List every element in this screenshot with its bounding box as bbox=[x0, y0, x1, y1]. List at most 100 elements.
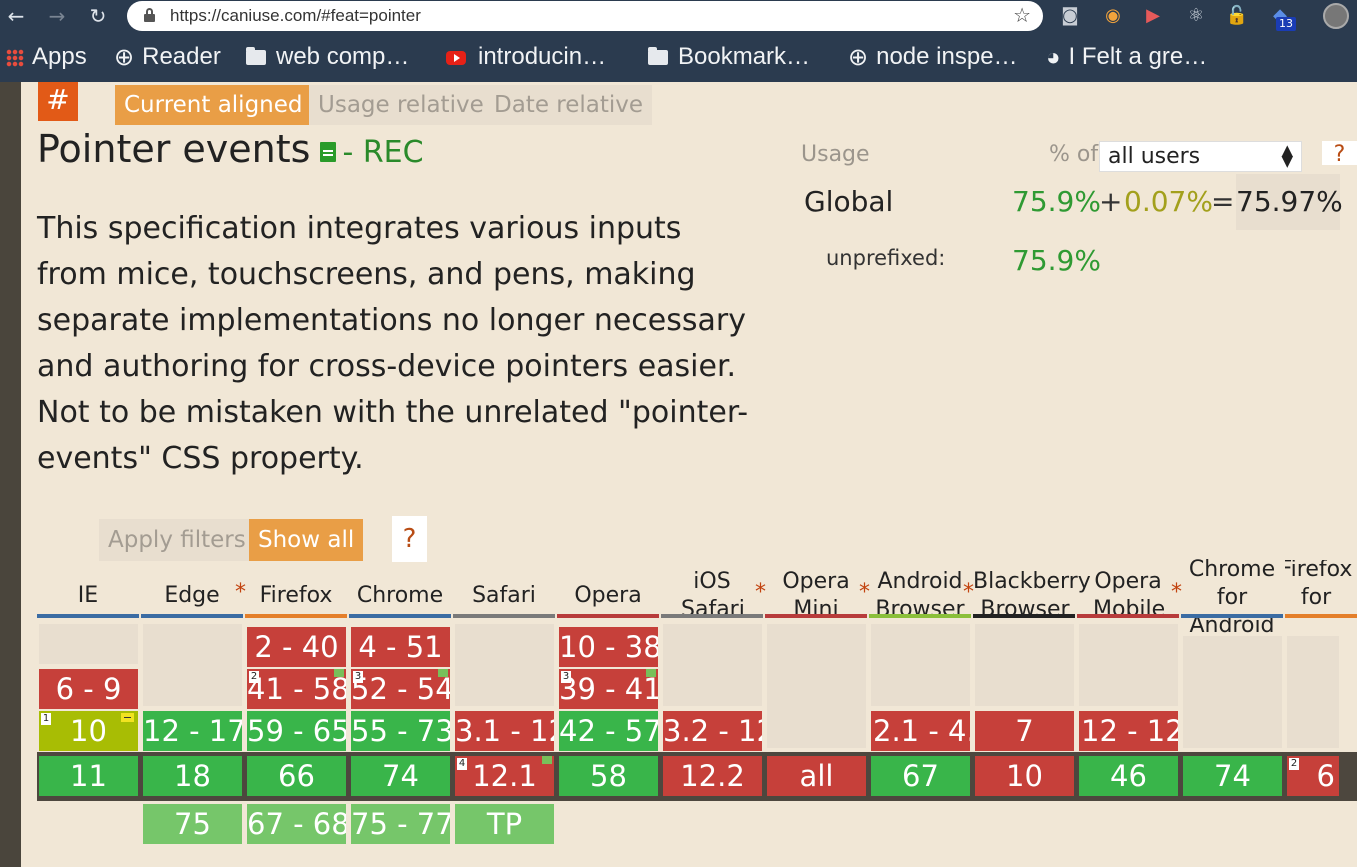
bookmark-i-felt[interactable]: ◕ I Felt a gre… bbox=[1046, 43, 1207, 71]
browser-header-ie: IE bbox=[37, 560, 139, 618]
folder-icon bbox=[648, 47, 668, 66]
cell-edge-18[interactable]: 18 bbox=[143, 756, 242, 796]
browser-header-ios-safari: iOS Safari bbox=[661, 560, 763, 622]
browser-toolbar: ← → ↻ https://caniuse.com/#feat=pointer … bbox=[0, 0, 1357, 33]
filters-help-button[interactable]: ? bbox=[392, 516, 427, 562]
cell-android-2-1-4-4[interactable]: 2.1 - 4.4 bbox=[871, 711, 970, 751]
cell-opera-mobile-46[interactable]: 46 bbox=[1079, 756, 1178, 796]
show-all-button[interactable]: Show all bbox=[249, 519, 364, 561]
cell-firefox-2-40[interactable]: 2 - 40 bbox=[247, 627, 346, 667]
bookmark-introducing[interactable]: introducin… bbox=[446, 43, 606, 71]
cell-ie-6-9[interactable]: 6 - 9 bbox=[39, 669, 138, 709]
cell-chrome-74[interactable]: 74 bbox=[351, 756, 450, 796]
cell-edge-12-17[interactable]: 12 - 17 bbox=[143, 711, 242, 751]
cell-edge-75[interactable]: 75 bbox=[143, 804, 242, 844]
tab-current-aligned[interactable]: Current aligned bbox=[115, 85, 312, 125]
cell-firefox-41-58[interactable]: 2 41 - 58 bbox=[247, 669, 346, 709]
apps-grid-icon bbox=[6, 48, 24, 67]
profile-avatar[interactable] bbox=[1323, 3, 1349, 29]
cell-ie-10[interactable]: 1 10 bbox=[39, 711, 138, 751]
browser-header-chrome: Chrome bbox=[349, 560, 451, 618]
browser-header-opera-mobile: Opera Mobile bbox=[1077, 560, 1179, 622]
browser-header-firefox: Firefox bbox=[245, 560, 347, 618]
feature-title: Pointer events - REC bbox=[37, 127, 424, 171]
usage-population-select[interactable]: all users ▲ ▼ bbox=[1099, 141, 1302, 172]
cell-chrome-android-74[interactable]: 74 bbox=[1183, 756, 1282, 796]
cell-chrome-4-51[interactable]: 4 - 51 bbox=[351, 627, 450, 667]
browser-header-opera: Opera bbox=[557, 560, 659, 618]
global-partial-value: 0.07% bbox=[1124, 185, 1213, 218]
pocket-icon[interactable]: ◙ bbox=[1058, 4, 1082, 28]
cell-firefox-android[interactable]: 26 bbox=[1287, 756, 1339, 796]
folder-icon bbox=[246, 47, 266, 66]
cell-safari-12-1[interactable]: 4 12.1 bbox=[455, 756, 554, 796]
cell-opera-mini-all[interactable]: all bbox=[767, 756, 866, 796]
back-icon[interactable]: ← bbox=[3, 3, 29, 29]
cell-opera-mobile-12-12-1[interactable]: 12 - 12.1 bbox=[1079, 711, 1178, 751]
cell-firefox-59-65[interactable]: 59 - 65 bbox=[247, 711, 346, 751]
cell-ios-12-2[interactable]: 12.2 bbox=[663, 756, 762, 796]
flag-icon bbox=[334, 669, 344, 677]
cell-android-67[interactable]: 67 bbox=[871, 756, 970, 796]
screencast-icon[interactable]: ▶ bbox=[1141, 4, 1165, 28]
tab-date-relative[interactable]: Date relative bbox=[485, 85, 653, 125]
react-devtools-icon[interactable]: ⚛ bbox=[1184, 4, 1208, 28]
forward-icon[interactable]: → bbox=[44, 3, 70, 29]
globe-icon: ⊕ bbox=[114, 43, 135, 71]
reload-icon[interactable]: ↻ bbox=[85, 3, 111, 29]
bookmark-star-icon[interactable]: ☆ bbox=[1013, 3, 1031, 27]
cell-empty bbox=[1287, 636, 1339, 748]
cell-ios-3-2-12[interactable]: 3.2 - 12 bbox=[663, 711, 762, 751]
select-arrows-icon: ▲ ▼ bbox=[1281, 141, 1293, 170]
youtube-icon bbox=[446, 50, 466, 65]
lock-extension-icon[interactable]: 🔓 bbox=[1225, 4, 1249, 28]
flag-icon bbox=[646, 669, 656, 677]
cell-empty bbox=[39, 624, 138, 664]
cell-firefox-66[interactable]: 66 bbox=[247, 756, 346, 796]
cell-chrome-55-73[interactable]: 55 - 73 bbox=[351, 711, 450, 751]
permalink-hash-button[interactable]: # bbox=[38, 82, 78, 121]
bookmark-folder[interactable]: Bookmark… bbox=[648, 43, 810, 71]
apply-filters-button[interactable]: Apply filters bbox=[99, 519, 255, 561]
bookmark-web-comp[interactable]: web comp… bbox=[246, 43, 409, 71]
cell-opera-58[interactable]: 58 bbox=[559, 756, 658, 796]
cell-safari-tp[interactable]: TP bbox=[455, 804, 554, 844]
left-sidebar-strip bbox=[0, 82, 21, 867]
bookmark-node-inspect[interactable]: ⊕ node inspe… bbox=[848, 43, 1018, 71]
global-label: Global bbox=[804, 185, 894, 218]
usage-help-button[interactable]: ? bbox=[1322, 141, 1357, 167]
cell-safari-3-1-12[interactable]: 3.1 - 12 bbox=[455, 711, 554, 751]
cell-chrome-75-77[interactable]: 75 - 77 bbox=[351, 804, 450, 844]
cell-opera-10-38[interactable]: 10 - 38 bbox=[559, 627, 658, 667]
spec-document-icon[interactable] bbox=[320, 141, 337, 162]
cell-ie-11[interactable]: 11 bbox=[39, 756, 138, 796]
cell-blackberry-7[interactable]: 7 bbox=[975, 711, 1074, 751]
usage-label: Usage bbox=[801, 142, 870, 167]
cell-empty bbox=[975, 624, 1074, 706]
cell-empty bbox=[1183, 636, 1282, 748]
dog-icon: ◕ bbox=[1046, 43, 1061, 71]
cell-blackberry-10[interactable]: 10 bbox=[975, 756, 1074, 796]
cell-empty bbox=[143, 624, 242, 706]
color-picker-icon[interactable]: ◉ bbox=[1101, 4, 1125, 28]
spec-status[interactable]: - REC bbox=[342, 135, 423, 170]
global-supported-value: 75.9% bbox=[1012, 185, 1101, 218]
cell-opera-42-57[interactable]: 42 - 57 bbox=[559, 711, 658, 751]
plus-sign: + bbox=[1099, 185, 1123, 218]
tab-usage-relative[interactable]: Usage relative bbox=[309, 85, 493, 125]
browser-header-chrome-android: Chrome for Android bbox=[1181, 557, 1283, 638]
feature-description: This specification integrates various in… bbox=[37, 211, 749, 476]
unprefixed-value: 75.9% bbox=[1012, 244, 1101, 277]
bookmarks-bar: Apps ⊕ Reader web comp… introducin… Bookm… bbox=[0, 33, 1357, 82]
address-bar[interactable]: https://caniuse.com/#feat=pointer ☆ bbox=[127, 1, 1043, 31]
browser-header-safari: Safari bbox=[453, 560, 555, 618]
bookmark-reader[interactable]: ⊕ Reader bbox=[114, 43, 221, 71]
cell-empty bbox=[1079, 624, 1178, 706]
cell-firefox-67-68[interactable]: 67 - 68 bbox=[247, 804, 346, 844]
globe-icon: ⊕ bbox=[848, 43, 869, 71]
cell-opera-39-41[interactable]: 3 39 - 41 bbox=[559, 669, 658, 709]
browser-header-firefox-android: Firefox for Android bbox=[1285, 560, 1357, 618]
cell-chrome-52-54[interactable]: 3 52 - 54 bbox=[351, 669, 450, 709]
cell-empty bbox=[871, 624, 970, 706]
bookmark-apps[interactable]: Apps bbox=[6, 43, 87, 71]
